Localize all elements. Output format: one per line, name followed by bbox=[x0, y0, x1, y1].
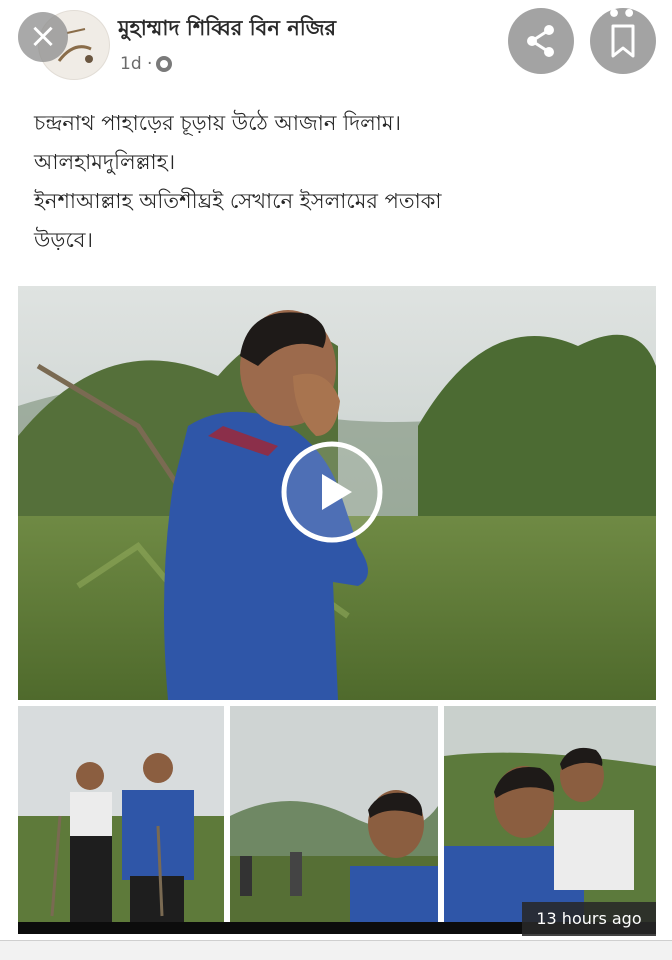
post-line: আলহামদুলিল্লাহ। bbox=[34, 150, 176, 174]
post-meta: 1d · bbox=[120, 54, 173, 74]
thumbnail-photo[interactable] bbox=[230, 706, 438, 922]
timestamp-overlay: 13 hours ago bbox=[522, 902, 656, 936]
thumbnail-photo[interactable] bbox=[444, 706, 656, 922]
post-text: চন্দ্রনাথ পাহাড়ের চূড়ায় উঠে আজান দিলা… bbox=[34, 104, 644, 260]
post-line: ইনশাআল্লাহ অতিশীঘ্রই সেখানে ইসলামের পতাক… bbox=[34, 189, 442, 213]
photo-grid bbox=[18, 706, 656, 922]
post-card: × মুহাম্মাদ শিব্বির বিন নজির 1d · ••• চন… bbox=[0, 0, 672, 941]
post-line: চন্দ্রনাথ পাহাড়ের চূড়ায় উঠে আজান দিলা… bbox=[34, 111, 402, 135]
more-options-icon[interactable]: ••• bbox=[592, 2, 637, 27]
play-icon[interactable] bbox=[280, 440, 384, 544]
main-video[interactable] bbox=[18, 286, 656, 700]
globe-icon bbox=[156, 56, 173, 72]
post-time[interactable]: 1d · bbox=[120, 54, 152, 74]
post-line: উড়বে। bbox=[34, 228, 93, 252]
author-name[interactable]: মুহাম্মাদ শিব্বির বিন নজির bbox=[118, 12, 336, 47]
share-icon[interactable] bbox=[508, 8, 574, 74]
thumbnail-photo[interactable] bbox=[18, 706, 224, 922]
close-icon[interactable]: × bbox=[18, 12, 68, 62]
